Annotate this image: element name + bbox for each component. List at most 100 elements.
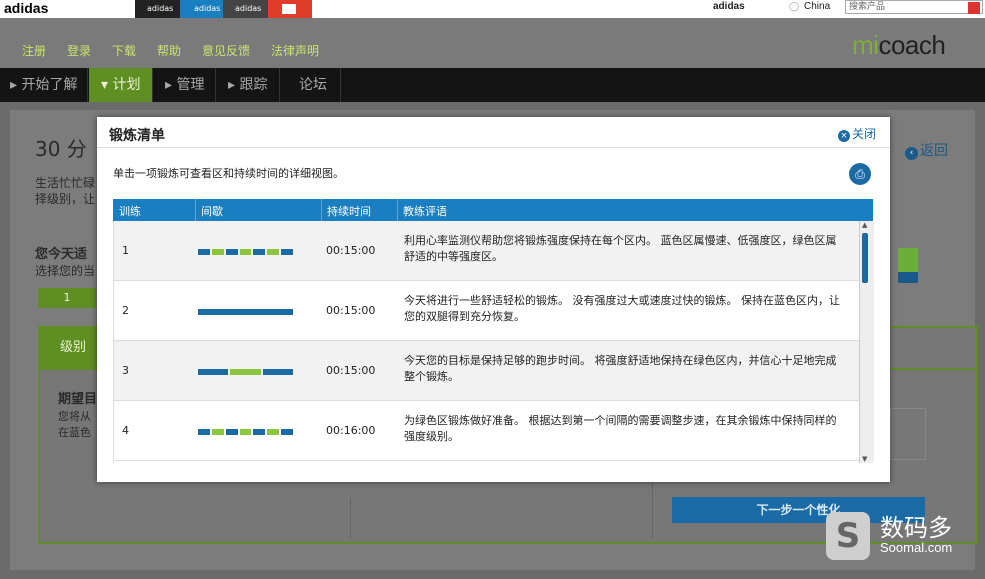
column-divider [350,498,351,538]
search-input[interactable]: 搜索产品 [845,0,983,14]
desc-line-1: 生活忙忙碌 [35,176,96,190]
interval-segment-green [211,429,224,435]
interval-segment-green [267,249,280,255]
table-scrollbar[interactable]: ▲ ▼ [859,221,874,463]
site-header: 注册 登录 下载 帮助 意见反馈 法律声明 micoach [0,18,985,68]
interval-segment-blue [253,249,266,255]
interval-segment-green [239,429,252,435]
table-header: 训练 间歇 持续时间 教练评语 [113,199,873,221]
workout-number: 2 [122,304,129,317]
interval-segment-blue [281,249,293,255]
workout-duration: 00:16:00 [326,424,376,437]
brand-tab-red[interactable] [268,0,312,18]
interval-segment-blue [225,249,238,255]
column-separator [321,199,322,221]
header-link-feedback[interactable]: 意见反馈 [202,42,250,59]
watermark-cn: 数码多 [880,514,952,542]
column-header-workout: 训练 [119,205,141,218]
scroll-down-icon[interactable]: ▼ [862,455,867,463]
table-row[interactable]: 2 00:15:00 今天将进行一些舒适轻松的锻炼。 没有强度过大或速度过快的锻… [114,281,860,341]
expect-line-2: 在蓝色 [58,426,91,439]
adidas-small-logo[interactable]: adidas [713,1,745,12]
soomal-watermark: S 数码多 Soomal.com [824,508,982,566]
column-divider [652,478,653,538]
interval-bar [198,429,293,435]
dialog-divider [97,147,890,148]
region-label[interactable]: China [804,1,830,12]
close-button[interactable]: × 关闭 [837,125,876,142]
scrollbar-thumb[interactable] [862,233,868,283]
expect-title: 期望目 [58,392,98,407]
table-row[interactable]: 1 00:15:00 利用心率监测仪帮助您将锻炼强度保持在每个区内。 蓝色区属慢… [114,221,860,281]
coach-comment: 今天将进行一些舒适轻松的锻炼。 没有强度过大或速度过快的锻炼。 保持在蓝色区内，… [404,294,840,323]
coach-comment: 今天您的目标是保持足够的跑步时间。 将强度舒适地保持在绿色区内，并信心十足地完成… [404,354,837,383]
column-header-comment: 教练评语 [403,205,447,218]
desc-line-2: 择级别，让 [35,192,96,206]
workout-table-body: 1 00:15:00 利用心率监测仪帮助您将锻炼强度保持在每个区内。 蓝色区属慢… [113,221,860,463]
header-link-legal[interactable]: 法律声明 [271,42,319,59]
interval-bar [198,309,293,315]
adidas-logo[interactable]: adidas [4,0,48,16]
brand-tab-label: adidas [194,4,221,13]
interval-segment-green [267,429,280,435]
workout-number: 3 [122,364,129,377]
main-nav: ▸ 开始了解 ▾ 计划 ▸ 管理 ▸ 跟踪 论坛 [0,68,985,102]
interval-segment-blue [198,309,293,315]
interval-segment-green [211,249,224,255]
workout-number: 4 [122,424,129,437]
close-icon: × [837,130,850,142]
nav-tab-start[interactable]: ▸ 开始了解 [0,68,88,102]
interval-segment-blue [253,429,266,435]
micoach-logo[interactable]: micoach [852,30,946,61]
page-heading: 30 分 [35,137,87,161]
header-link-login[interactable]: 登录 [67,42,91,59]
table-row[interactable]: 3 00:15:00 今天您的目标是保持足够的跑步时间。 将强度舒适地保持在绿色… [114,341,860,401]
workout-list-dialog: 锻炼清单 × 关闭 单击一项锻炼可查看区和持续时间的详细视图。 ⎙ 训练 间歇 持… [97,117,890,482]
nav-tab-track[interactable]: ▸ 跟踪 [216,68,280,102]
scroll-up-icon[interactable]: ▲ [862,221,867,229]
brand-tab-label: adidas [235,4,262,13]
step-one-tab[interactable]: 1 [38,288,96,308]
header-link-download[interactable]: 下载 [112,42,136,59]
interval-segment-green [239,249,252,255]
nav-tab-plan[interactable]: ▾ 计划 [89,68,153,102]
interval-segment-green [230,369,261,375]
interval-segment-blue [198,369,229,375]
interval-segment-blue [281,429,293,435]
coach-comment: 利用心率监测仪帮助您将锻炼强度保持在每个区内。 蓝色区属慢速、低强度区，绿色区属… [404,234,837,263]
interval-bar [198,369,293,375]
interval-segment-blue [262,369,293,375]
workout-number: 1 [122,244,129,257]
header-link-help[interactable]: 帮助 [157,42,181,59]
interval-segment-blue [198,249,210,255]
interval-bar [198,249,293,255]
column-header-interval: 间歇 [201,205,223,218]
workout-duration: 00:15:00 [326,364,376,377]
search-icon[interactable] [968,2,980,14]
watermark-en: Soomal.com [880,540,953,555]
dialog-title: 锻炼清单 [109,128,165,144]
header-link-register[interactable]: 注册 [22,42,46,59]
flag-icon [282,4,296,14]
nav-tab-forum[interactable]: 论坛 [280,68,341,102]
progress-bar-swatch [898,248,918,283]
column-header-duration: 持续时间 [327,205,371,218]
workout-duration: 00:15:00 [326,304,376,317]
back-link[interactable]: ‹ 返回 [905,140,948,160]
globe-icon: ◯ [789,1,800,11]
column-separator [195,199,196,221]
back-arrow-icon: ‹ [905,147,918,160]
today-title: 您今天适 [35,247,88,262]
brand-tab-label: adidas [147,4,174,13]
workout-duration: 00:15:00 [326,244,376,257]
soomal-logo-icon: S [826,512,870,560]
search-placeholder: 搜索产品 [849,2,886,12]
today-subtitle: 选择您的当 [35,264,96,278]
nav-tab-manage[interactable]: ▸ 管理 [153,68,216,102]
print-icon[interactable]: ⎙ [849,163,871,185]
interval-segment-blue [225,429,238,435]
dialog-instruction: 单击一项锻炼可查看区和持续时间的详细视图。 [113,167,344,180]
placeholder-box [890,408,926,460]
table-row[interactable]: 4 00:16:00 为绿色区锻炼做好准备。 根据达到第一个间隔的需要调整步速，… [114,401,860,461]
expect-line-1: 您将从 [58,410,91,423]
